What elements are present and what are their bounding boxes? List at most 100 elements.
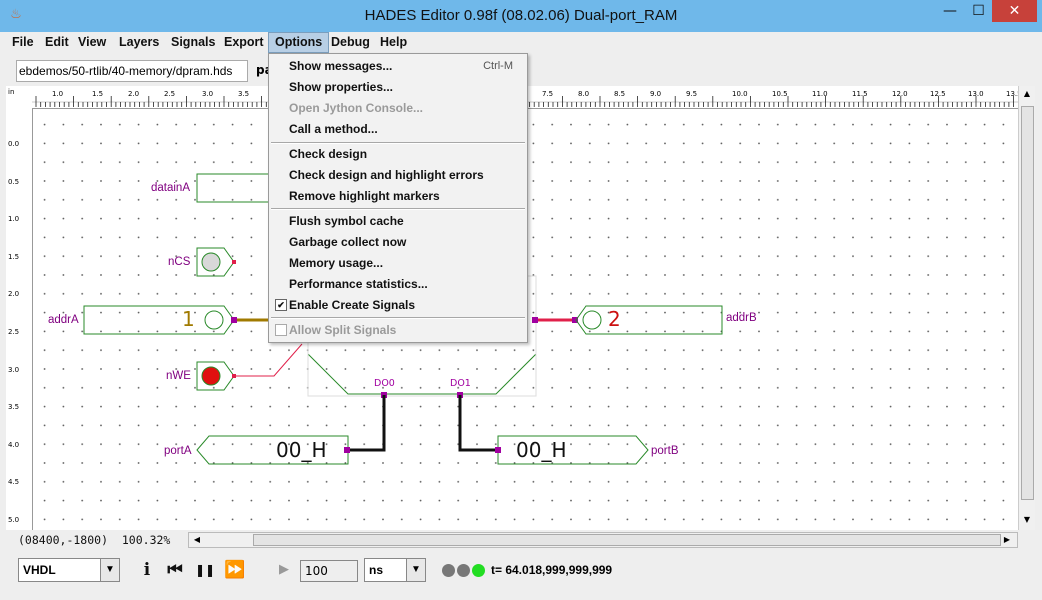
scroll-right-arrow-icon[interactable]: ▶ bbox=[1001, 533, 1013, 547]
pause-icon[interactable]: ❚❚ bbox=[194, 559, 216, 581]
simulation-toolbar: VHDL ▼ i ⏮ ❚❚ ⏩ ▶ 100 ns ▼ t= 64.018,999… bbox=[6, 552, 1036, 592]
menu-view[interactable]: View bbox=[72, 32, 112, 53]
menu-layers[interactable]: Layers bbox=[113, 32, 165, 53]
ruler-left-tick-label: 0.5 bbox=[8, 177, 20, 186]
ruler-unit: in bbox=[8, 88, 15, 96]
horizontal-scrollbar[interactable]: ◀ ▶ bbox=[188, 532, 1018, 548]
minimize-button[interactable]: — bbox=[935, 0, 965, 22]
pin-label-do1: DO1 bbox=[450, 378, 471, 389]
ruler-left-tick-label: 3.5 bbox=[8, 403, 20, 412]
simulation-time: t= 64.018,999,999,999 bbox=[491, 563, 613, 577]
menu-signals[interactable]: Signals bbox=[165, 32, 221, 53]
menu-item-enable-create-signals[interactable]: ✔ Enable Create Signals bbox=[269, 295, 527, 315]
ruler-left-tick-label: 1.0 bbox=[8, 215, 20, 224]
vertical-scrollbar[interactable]: ▲ ▼ bbox=[1018, 86, 1035, 530]
menu-options[interactable]: Options bbox=[268, 32, 330, 53]
ruler-top-tick-label: 2.5 bbox=[164, 90, 176, 98]
menu-edit[interactable]: Edit bbox=[39, 32, 75, 53]
ruler-top-tick-label: 11.0 bbox=[812, 90, 828, 98]
ruler-top-tick-label: 3.5 bbox=[238, 90, 250, 98]
scroll-left-arrow-icon[interactable]: ◀ bbox=[191, 533, 203, 547]
ruler-left-tick-label: 4.0 bbox=[8, 440, 20, 449]
checkbox-unchecked-icon bbox=[275, 324, 287, 336]
cursor-coordinates: (08400,-1800) 100.32% bbox=[18, 533, 170, 547]
nCS-led[interactable] bbox=[201, 252, 221, 272]
info-icon[interactable]: i bbox=[136, 559, 158, 581]
signal-label-addrB: addrB bbox=[726, 312, 757, 324]
fast-forward-icon[interactable]: ⏩ bbox=[224, 559, 246, 581]
menu-item-open-jython-console: Open Jython Console... bbox=[289, 101, 424, 115]
ruler-top-tick-label: 1.0 bbox=[52, 90, 64, 98]
ruler-left-tick-label: 2.5 bbox=[8, 328, 20, 336]
menu-item-garbage-collect-now[interactable]: Garbage collect now bbox=[269, 232, 527, 252]
ruler-top-tick-label: 2.0 bbox=[128, 90, 140, 98]
menu-item-remove-highlight-markers[interactable]: Remove highlight markers bbox=[269, 186, 527, 206]
signal-label-nWE: nWE bbox=[166, 370, 191, 382]
ruler-top-tick-label: 9.5 bbox=[686, 90, 698, 98]
ruler-top-tick-label: 8.0 bbox=[578, 90, 590, 98]
portA-value: 00_H bbox=[276, 438, 327, 462]
step-size-field[interactable]: 100 bbox=[300, 560, 358, 582]
options-dropdown-menu: Show messages... Ctrl-M Show properties.… bbox=[268, 53, 528, 343]
menu-item-show-properties[interactable]: Show properties... bbox=[269, 77, 527, 97]
menu-separator bbox=[271, 317, 525, 319]
maximize-button[interactable]: ☐ bbox=[965, 0, 992, 22]
rewind-icon[interactable]: ⏮ bbox=[164, 559, 186, 581]
language-select[interactable]: VHDL ▼ bbox=[18, 558, 120, 582]
coords-value: (08400,-1800) bbox=[18, 533, 109, 547]
menu-help[interactable]: Help bbox=[374, 32, 413, 53]
language-value: VHDL bbox=[23, 563, 56, 577]
ruler-top-tick-label: 7.5 bbox=[542, 90, 554, 98]
menu-item-allow-split-signals: Allow Split Signals bbox=[269, 320, 527, 340]
scroll-up-arrow-icon[interactable]: ▲ bbox=[1021, 88, 1033, 100]
menu-export[interactable]: Export bbox=[218, 32, 270, 53]
ruler-left-tick-label: 5.0 bbox=[8, 516, 20, 524]
signal-label-portB: portB bbox=[651, 445, 679, 457]
chevron-down-icon[interactable]: ▼ bbox=[100, 559, 119, 581]
file-path-field[interactable]: ebdemos/50-rtlib/40-memory/dpram.hds bbox=[16, 60, 248, 82]
ruler-top-tick-label: 3.0 bbox=[202, 90, 214, 98]
ruler-left: 0.0 0.5 1.0 1.5 2.0 2.5 3.0 3.5 4.0 4.5 5.0 bbox=[6, 108, 33, 530]
zoom-level: 100.32% bbox=[121, 533, 171, 547]
ruler-left-tick-label: 3.0 bbox=[8, 365, 20, 374]
menu-item-flush-symbol-cache[interactable]: Flush symbol cache bbox=[269, 211, 527, 231]
nWE-led[interactable] bbox=[201, 366, 221, 386]
ruler-top-tick-label: 10.5 bbox=[772, 90, 788, 98]
ruler-top-tick-label: 12.0 bbox=[892, 90, 908, 98]
time-unit-select[interactable]: ns ▼ bbox=[364, 558, 426, 582]
signal-label-addrA: addrA bbox=[48, 314, 79, 326]
status-light-running bbox=[472, 564, 485, 577]
addrA-value: 1 bbox=[182, 307, 195, 331]
shortcut-label: Ctrl-M bbox=[483, 60, 513, 72]
addrB-value: 2 bbox=[608, 307, 621, 331]
horizontal-scroll-thumb[interactable] bbox=[253, 534, 1001, 546]
close-button[interactable]: ✕ bbox=[992, 0, 1037, 22]
menu-item-memory-usage[interactable]: Memory usage... bbox=[269, 253, 527, 273]
ruler-top-tick-label: 13.0 bbox=[968, 90, 984, 98]
vertical-scroll-thumb[interactable] bbox=[1021, 106, 1034, 500]
ruler-top-tick-label: 11.5 bbox=[852, 90, 868, 98]
ruler-left-tick-label: 2.0 bbox=[8, 290, 20, 299]
ruler-top-tick-label: 1.5 bbox=[92, 90, 104, 98]
checkbox-checked-icon[interactable]: ✔ bbox=[275, 299, 287, 311]
step-icon[interactable]: ▶ bbox=[273, 559, 295, 581]
ruler-top-tick-label: 12.5 bbox=[930, 90, 946, 98]
ruler-left-tick-label: 4.5 bbox=[8, 478, 20, 487]
menu-file[interactable]: File bbox=[6, 32, 40, 53]
time-unit-value: ns bbox=[369, 563, 384, 577]
menu-item-call-a-method[interactable]: Call a method... bbox=[269, 119, 527, 139]
menu-item-performance-statistics[interactable]: Performance statistics... bbox=[269, 274, 527, 294]
ruler-top-tick-label: 8.5 bbox=[614, 90, 626, 98]
menu-item-check-design-highlight-errors[interactable]: Check design and highlight errors bbox=[269, 165, 527, 185]
signal-label-datainA: datainA bbox=[151, 182, 191, 194]
menu-item-show-messages[interactable]: Show messages... Ctrl-M bbox=[269, 56, 527, 76]
chevron-down-icon[interactable]: ▼ bbox=[406, 559, 425, 581]
portB-value: 00_H bbox=[516, 438, 567, 462]
menu-bar: File Edit View Layers Signals Export Opt… bbox=[6, 32, 1036, 54]
menu-debug[interactable]: Debug bbox=[325, 32, 376, 53]
scroll-down-arrow-icon[interactable]: ▼ bbox=[1021, 514, 1033, 526]
status-light-1 bbox=[442, 564, 455, 577]
menu-separator bbox=[271, 208, 525, 210]
signal-label-portA: portA bbox=[164, 445, 192, 457]
menu-item-check-design[interactable]: Check design bbox=[269, 144, 527, 164]
